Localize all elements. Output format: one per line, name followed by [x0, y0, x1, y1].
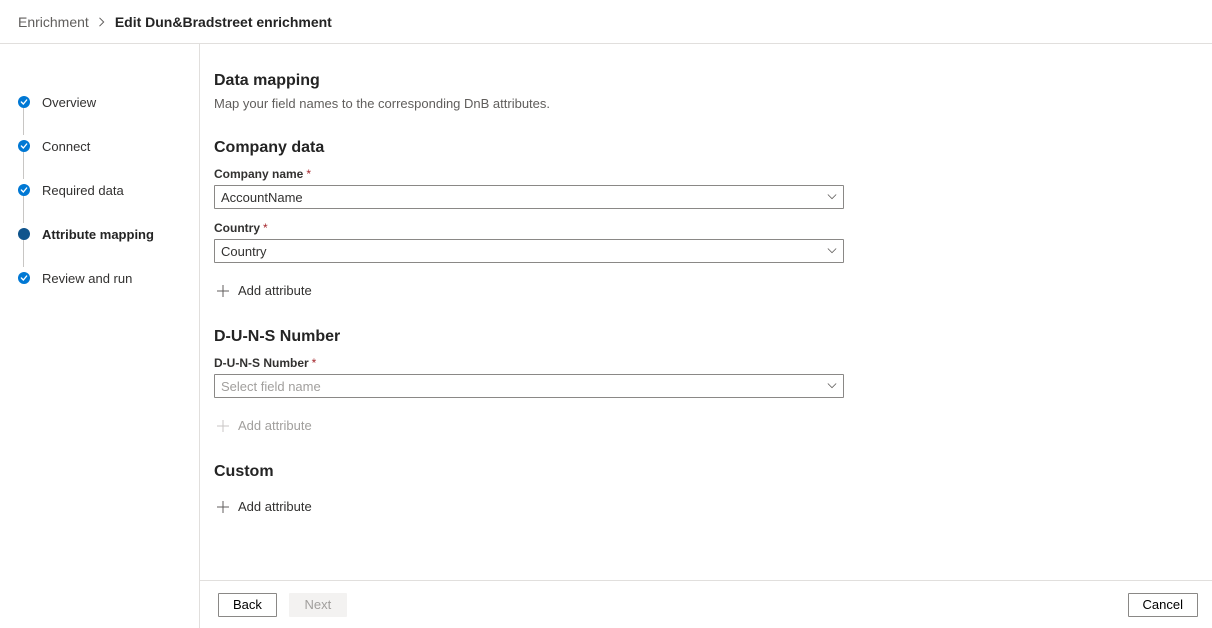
duns-number-combobox[interactable]: Select field name	[214, 374, 844, 398]
page-description: Map your field names to the correspondin…	[214, 96, 1114, 111]
chevron-down-icon	[827, 246, 837, 256]
label-text: Country	[214, 221, 260, 235]
required-asterisk: *	[306, 167, 311, 181]
combobox-placeholder: Select field name	[221, 379, 321, 394]
combobox-value: AccountName	[221, 190, 303, 205]
button-label: Add attribute	[238, 499, 312, 514]
wizard-steps-sidebar: Overview Connect Required data Attribute	[0, 44, 200, 628]
button-label: Add attribute	[238, 418, 312, 433]
add-attribute-company-button[interactable]: Add attribute	[214, 277, 314, 304]
company-name-label: Company name*	[214, 167, 1114, 181]
field-country: Country* Country	[214, 221, 1114, 263]
breadcrumb: Enrichment Edit Dun&Bradstreet enrichmen…	[0, 0, 1212, 44]
combobox-value: Country	[221, 244, 267, 259]
step-label: Connect	[42, 139, 90, 154]
step-connect[interactable]: Connect	[18, 124, 199, 168]
check-icon	[18, 184, 30, 196]
required-asterisk: *	[263, 221, 268, 235]
breadcrumb-root[interactable]: Enrichment	[18, 14, 89, 30]
check-icon	[18, 140, 30, 152]
country-combobox[interactable]: Country	[214, 239, 844, 263]
step-label: Overview	[42, 95, 96, 110]
chevron-down-icon	[827, 381, 837, 391]
wizard-footer: Back Next Cancel	[200, 580, 1212, 628]
company-data-title: Company data	[214, 139, 1114, 157]
plus-icon	[216, 500, 230, 514]
back-button[interactable]: Back	[218, 593, 277, 617]
next-button: Next	[289, 593, 347, 617]
cancel-button[interactable]: Cancel	[1128, 593, 1198, 617]
button-label: Add attribute	[238, 283, 312, 298]
company-name-combobox[interactable]: AccountName	[214, 185, 844, 209]
step-label: Required data	[42, 183, 124, 198]
step-attribute-mapping[interactable]: Attribute mapping	[18, 212, 199, 256]
chevron-right-icon	[97, 17, 107, 27]
country-label: Country*	[214, 221, 1114, 235]
main-content: Data mapping Map your field names to the…	[200, 44, 1212, 628]
step-review-and-run[interactable]: Review and run	[18, 256, 199, 300]
label-text: D-U-N-S Number	[214, 356, 309, 370]
plus-icon	[216, 284, 230, 298]
field-duns-number: D-U-N-S Number* Select field name	[214, 356, 1114, 398]
step-overview[interactable]: Overview	[18, 80, 199, 124]
page-title: Data mapping	[214, 72, 1114, 90]
step-label: Attribute mapping	[42, 227, 154, 242]
custom-title: Custom	[214, 463, 1114, 481]
label-text: Company name	[214, 167, 303, 181]
step-required-data[interactable]: Required data	[18, 168, 199, 212]
chevron-down-icon	[827, 192, 837, 202]
add-attribute-duns-button: Add attribute	[214, 412, 314, 439]
required-asterisk: *	[312, 356, 317, 370]
check-icon	[18, 272, 30, 284]
add-attribute-custom-button[interactable]: Add attribute	[214, 493, 314, 520]
plus-icon	[216, 419, 230, 433]
check-icon	[18, 96, 30, 108]
duns-number-label: D-U-N-S Number*	[214, 356, 1114, 370]
step-label: Review and run	[42, 271, 132, 286]
field-company-name: Company name* AccountName	[214, 167, 1114, 209]
breadcrumb-current: Edit Dun&Bradstreet enrichment	[115, 14, 332, 30]
duns-title: D-U-N-S Number	[214, 328, 1114, 346]
current-step-dot-icon	[18, 228, 30, 240]
